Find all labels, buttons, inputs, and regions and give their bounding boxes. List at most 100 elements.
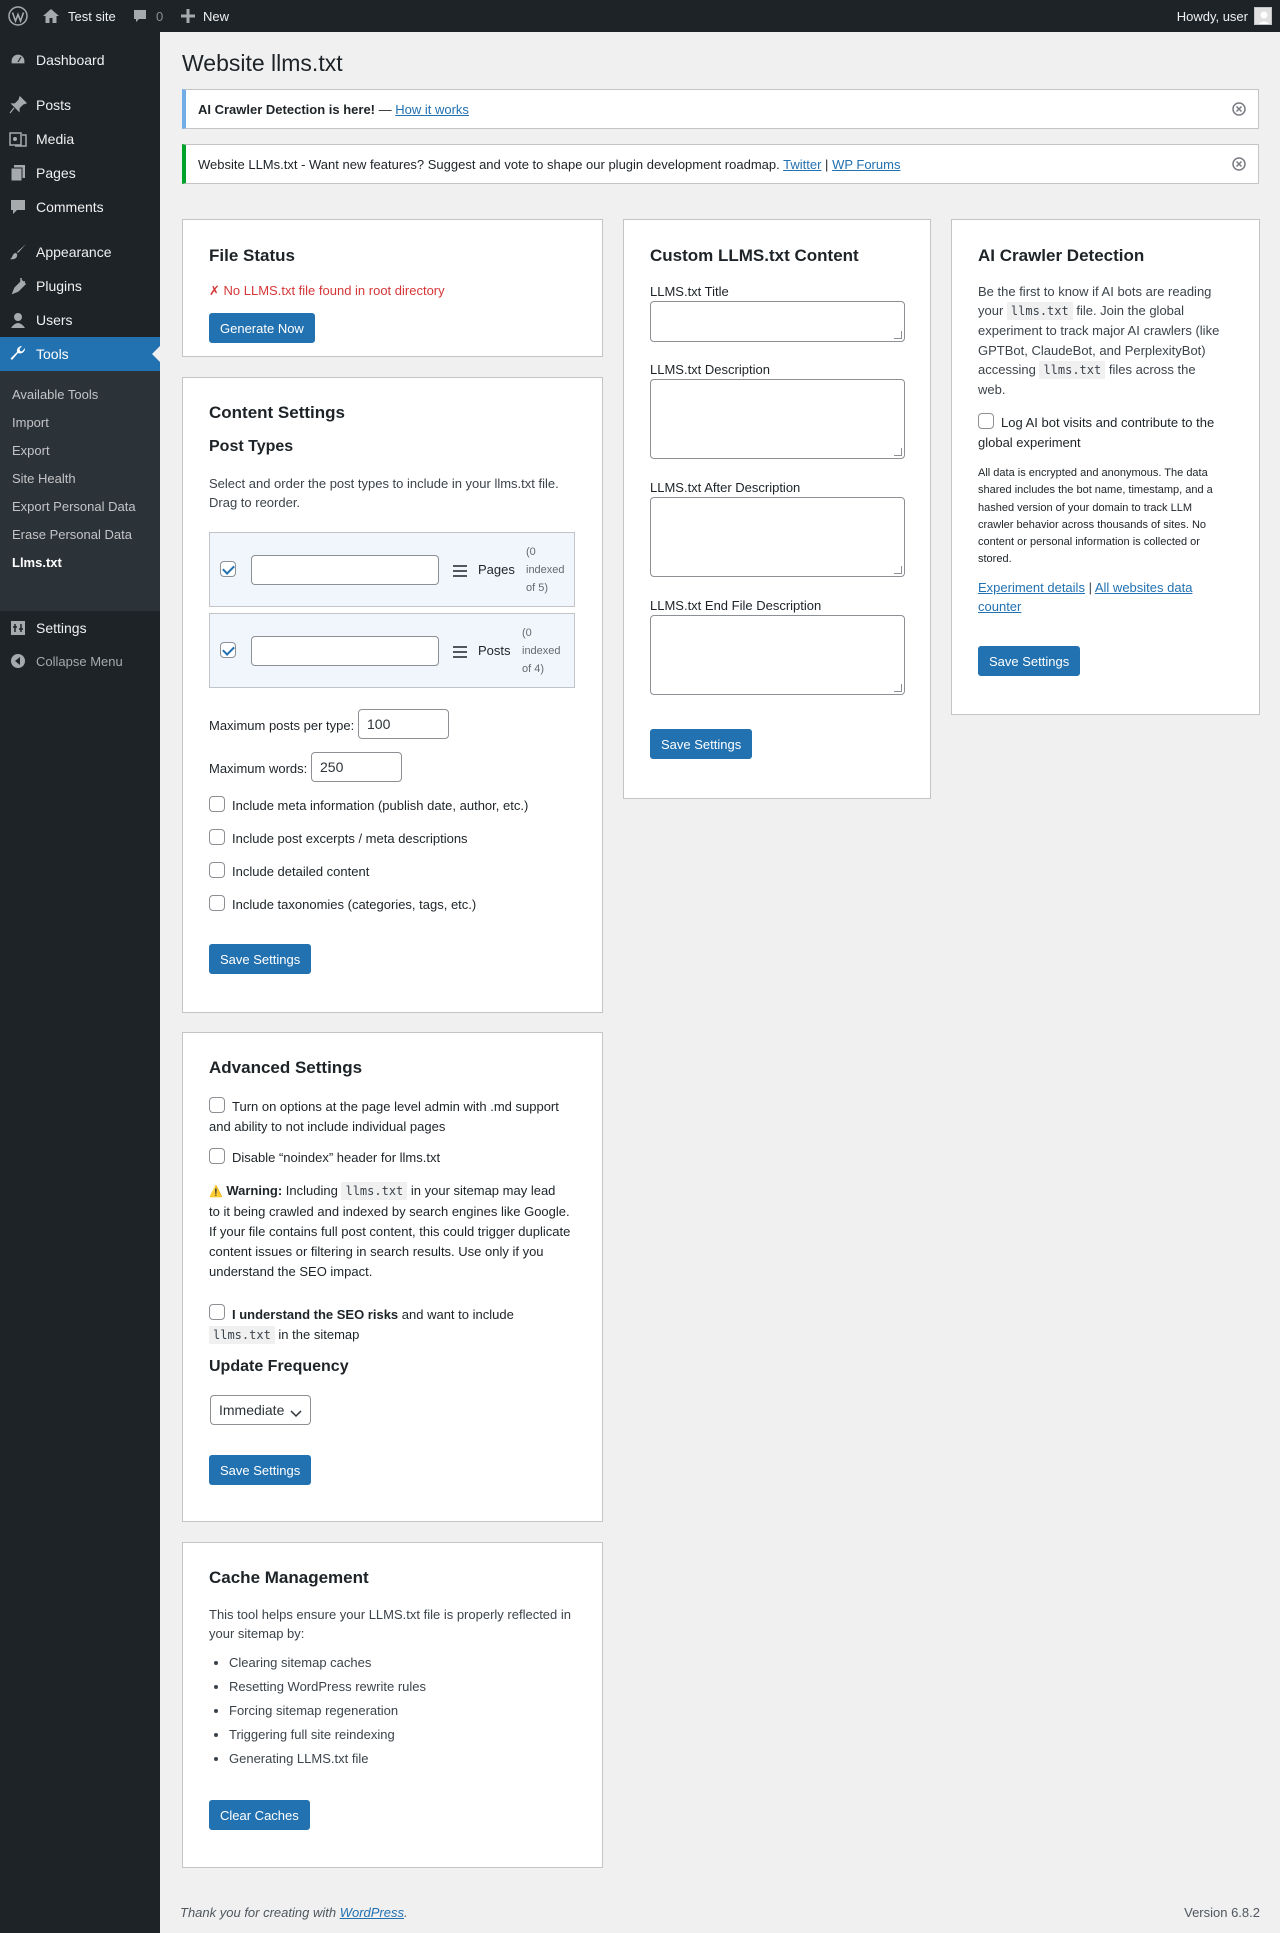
page-level-options-label: Turn on options at the page level admin … bbox=[209, 1099, 559, 1134]
post-type-count: (0 indexed of 4) bbox=[522, 627, 561, 675]
post-type-label: Pages bbox=[478, 562, 515, 577]
llms-description-label: LLMS.txt Description bbox=[650, 362, 770, 377]
max-words-label: Maximum words: bbox=[209, 761, 308, 776]
save-settings-button[interactable]: Save Settings bbox=[978, 646, 1081, 676]
llms-after-description-textarea[interactable] bbox=[650, 497, 905, 577]
sidebar-item-posts[interactable]: Posts bbox=[0, 88, 160, 122]
features-notice: Website LLMs.txt - Want new features? Su… bbox=[182, 144, 1259, 184]
llms-txt-code: llms.txt bbox=[1006, 302, 1073, 321]
save-settings-button[interactable]: Save Settings bbox=[209, 944, 312, 974]
comments-link[interactable]: 0 bbox=[132, 0, 163, 32]
post-type-checkbox[interactable] bbox=[220, 561, 236, 577]
clear-caches-button[interactable]: Clear Caches bbox=[209, 1800, 310, 1830]
sidebar-item-media[interactable]: Media bbox=[0, 122, 160, 156]
media-icon bbox=[0, 130, 36, 148]
my-account-link[interactable]: Howdy, user bbox=[1177, 0, 1272, 32]
include-meta-checkbox[interactable] bbox=[209, 796, 225, 812]
post-type-checkbox[interactable] bbox=[220, 642, 236, 658]
post-type-count: (0 indexed of 5) bbox=[526, 546, 565, 594]
post-type-order-input[interactable] bbox=[251, 555, 439, 585]
list-item: Triggering full site reindexing bbox=[229, 1723, 569, 1747]
llms-txt-code: llms.txt bbox=[341, 1182, 408, 1200]
comment-count: 0 bbox=[156, 8, 164, 24]
card-title: Cache Management bbox=[209, 1568, 369, 1587]
collapse-menu-button[interactable]: Collapse Menu bbox=[0, 644, 160, 678]
wordpress-logo-icon[interactable] bbox=[4, 0, 32, 32]
site-name-link[interactable]: Test site bbox=[42, 0, 116, 32]
update-frequency-select[interactable]: Immediate bbox=[210, 1395, 311, 1425]
custom-content-card: Custom LLMS.txt Content LLMS.txt Title L… bbox=[623, 219, 931, 799]
sidebar-item-settings[interactable]: Settings bbox=[0, 611, 160, 645]
submenu-export[interactable]: Export bbox=[12, 440, 50, 460]
dashboard-icon bbox=[0, 51, 36, 69]
drag-handle-icon[interactable] bbox=[453, 565, 467, 580]
advanced-settings-card: Advanced Settings Turn on options at the… bbox=[182, 1032, 603, 1522]
comments-icon bbox=[0, 198, 36, 216]
crawler-notice: AI Crawler Detection is here! — How it w… bbox=[182, 89, 1259, 129]
dismiss-icon[interactable] bbox=[1232, 102, 1246, 119]
llms-title-textarea[interactable] bbox=[650, 301, 905, 342]
content-settings-card: Content Settings Post Types Select and o… bbox=[182, 377, 603, 1013]
submenu-erase-personal-data[interactable]: Erase Personal Data bbox=[12, 524, 132, 544]
seo-risk-label: I understand the SEO risks and want to i… bbox=[209, 1305, 589, 1345]
post-type-label: Posts bbox=[478, 643, 511, 658]
dismiss-icon[interactable] bbox=[1232, 157, 1246, 174]
llms-end-description-textarea[interactable] bbox=[650, 615, 905, 695]
submenu-llms-txt[interactable]: Llms.txt bbox=[12, 552, 62, 572]
twitter-link[interactable]: Twitter bbox=[783, 157, 821, 172]
pin-icon bbox=[0, 96, 36, 114]
max-posts-label: Maximum posts per type: bbox=[209, 718, 355, 733]
selected-frequency: Immediate bbox=[219, 1402, 285, 1418]
how-it-works-link[interactable]: How it works bbox=[395, 102, 469, 117]
disable-noindex-label: Disable “noindex” header for llms.txt bbox=[232, 1150, 441, 1165]
include-taxonomies-label: Include taxonomies (categories, tags, et… bbox=[232, 897, 477, 912]
card-title: Advanced Settings bbox=[209, 1058, 363, 1077]
list-item: Generating LLMS.txt file bbox=[229, 1747, 569, 1771]
save-settings-button[interactable]: Save Settings bbox=[650, 729, 753, 759]
sidebar-item-tools[interactable]: Tools bbox=[0, 337, 160, 371]
plus-icon bbox=[181, 9, 195, 23]
llms-after-description-label: LLMS.txt After Description bbox=[650, 480, 801, 495]
max-words-input[interactable]: 250 bbox=[311, 752, 402, 782]
sidebar-item-pages[interactable]: Pages bbox=[0, 156, 160, 190]
crawler-links: Experiment details | All websites data co… bbox=[978, 578, 1243, 616]
include-excerpts-checkbox[interactable] bbox=[209, 829, 225, 845]
card-title: AI Crawler Detection bbox=[978, 246, 1145, 265]
wp-forums-link[interactable]: WP Forums bbox=[832, 157, 900, 172]
include-detailed-checkbox[interactable] bbox=[209, 862, 225, 878]
sidebar-item-appearance[interactable]: Appearance bbox=[0, 235, 160, 269]
submenu-site-health[interactable]: Site Health bbox=[12, 468, 76, 488]
file-status-error: ✗ No LLMS.txt file found in root directo… bbox=[209, 283, 445, 299]
admin-bar: Test site 0 New Howdy, user bbox=[0, 0, 1280, 32]
generate-now-button[interactable]: Generate Now bbox=[209, 313, 315, 343]
submenu-import[interactable]: Import bbox=[12, 412, 49, 432]
collapse-icon bbox=[0, 653, 36, 669]
max-posts-input[interactable]: 100 bbox=[358, 709, 449, 739]
sidebar-item-plugins[interactable]: Plugins bbox=[0, 269, 160, 303]
ai-crawler-card: AI Crawler Detection Be the first to kno… bbox=[951, 219, 1260, 715]
card-title: Content Settings bbox=[209, 403, 345, 422]
error-x-icon: ✗ bbox=[209, 283, 220, 298]
sidebar-item-comments[interactable]: Comments bbox=[0, 190, 160, 224]
post-type-row-posts[interactable]: Posts (0 indexed of 4) bbox=[209, 613, 575, 688]
admin-sidebar: Dashboard Posts Media Pages Comments App… bbox=[0, 32, 160, 1933]
cache-steps-list: Clearing sitemap caches Resetting WordPr… bbox=[209, 1651, 569, 1771]
submenu-available-tools[interactable]: Available Tools bbox=[12, 384, 98, 404]
sidebar-item-users[interactable]: Users bbox=[0, 303, 160, 337]
post-type-order-input[interactable] bbox=[251, 636, 439, 666]
submenu-export-personal-data[interactable]: Export Personal Data bbox=[12, 496, 136, 516]
log-ai-bot-label: Log AI bot visits and contribute to the … bbox=[978, 415, 1215, 450]
new-label: New bbox=[203, 8, 230, 24]
new-content-link[interactable]: New bbox=[181, 0, 229, 32]
post-type-row-pages[interactable]: Pages (0 indexed of 5) bbox=[209, 532, 575, 607]
experiment-details-link[interactable]: Experiment details bbox=[978, 580, 1085, 595]
llms-description-textarea[interactable] bbox=[650, 379, 905, 459]
list-item: Clearing sitemap caches bbox=[229, 1651, 569, 1675]
include-taxonomies-checkbox[interactable] bbox=[209, 895, 225, 911]
wordpress-link[interactable]: WordPress bbox=[340, 1905, 404, 1920]
drag-handle-icon[interactable] bbox=[453, 646, 467, 661]
disable-noindex-checkbox[interactable] bbox=[209, 1148, 225, 1164]
sidebar-item-dashboard[interactable]: Dashboard bbox=[0, 43, 160, 77]
list-item: Forcing sitemap regeneration bbox=[229, 1699, 569, 1723]
save-settings-button[interactable]: Save Settings bbox=[209, 1455, 312, 1485]
